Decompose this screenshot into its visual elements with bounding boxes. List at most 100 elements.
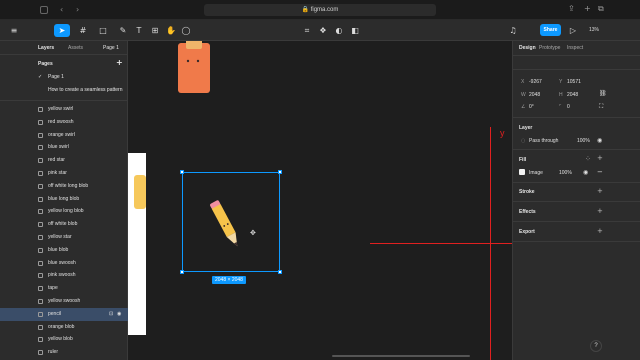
page-name: Page 1 [48,74,64,80]
page-selector[interactable]: Page 1 [103,45,119,51]
fill-visibility-icon[interactable]: ◉ [583,169,588,176]
layer-item[interactable]: tape [0,282,128,295]
layer-item[interactable]: pink swoosh [0,269,128,282]
image-layer-icon [38,158,43,164]
divider [513,241,640,242]
mask-icon[interactable]: ◐ [334,24,344,37]
h-field[interactable]: 2048 [567,92,578,98]
boolean-icon[interactable]: ◧ [350,24,360,37]
url-bar[interactable]: 🔒 figma.com [204,4,436,16]
layer-item[interactable]: yellow long blob [0,205,128,218]
add-effect-icon[interactable]: + [597,207,603,215]
layer-name: yellow swirl [48,106,74,112]
remove-fill-icon[interactable]: − [597,168,603,176]
constrain-proportions-icon[interactable]: ⛓ [599,90,607,97]
crop-icon[interactable]: ⌗ [302,24,312,37]
independent-corners-icon[interactable]: ⛶ [599,103,603,111]
add-export-icon[interactable]: + [597,227,603,235]
share-page-icon[interactable]: ⇪ [568,4,575,13]
layer-name: orange blob [48,323,75,330]
image-layer-icon [38,119,43,125]
pages-header: Pages + [0,56,128,70]
resize-handle-sw[interactable] [180,270,184,274]
horizontal-scrollbar[interactable] [332,355,470,357]
rotation-field[interactable]: 0° [529,104,534,110]
pencil-shape[interactable] [206,195,246,255]
x-field[interactable]: -9267 [529,79,542,85]
canvas[interactable]: ✥ 2048 × 2048 y [128,41,512,360]
visibility-icon[interactable]: ◉ [597,137,602,144]
pages-title: Pages [38,61,53,67]
zoom-level[interactable]: 13% [586,24,602,37]
tab-prototype[interactable]: Prototype [539,45,560,51]
layer-item[interactable]: ruler [0,346,128,359]
main-menu-icon[interactable]: ≡ [8,24,20,37]
fill-type[interactable]: Image [529,170,543,176]
add-stroke-icon[interactable]: + [597,187,603,195]
layer-item[interactable]: off white blob [0,218,128,231]
corner-radius-field[interactable]: 0 [567,104,570,110]
layer-item[interactable]: yellow blob [0,333,128,346]
fill-styles-icon[interactable]: ⁘ [585,155,591,163]
w-label: W [521,92,526,98]
layer-item[interactable]: blue long blob [0,193,128,206]
horizontal-guide[interactable] [370,243,512,244]
resize-handle-nw[interactable] [180,170,184,174]
blend-mode-select[interactable]: Pass through [529,138,558,144]
page-item[interactable]: How to create a seamless pattern [0,84,128,96]
image-layer-icon [38,350,43,356]
selection-size-label: 2048 × 2048 [212,276,246,284]
visibility-icon[interactable]: ◉ [117,308,121,321]
forward-icon[interactable]: › [76,5,79,14]
headphones-icon[interactable]: ♫ [508,24,518,37]
fill-opacity-field[interactable]: 100% [559,170,572,176]
add-page-icon[interactable]: + [116,58,123,67]
layer-item[interactable]: pink star [0,167,128,180]
w-field[interactable]: 2048 [529,92,540,98]
frame-tool-icon[interactable]: # [76,24,90,37]
layer-item[interactable]: yellow star [0,231,128,244]
layer-item[interactable]: blue swoosh [0,257,128,270]
pen-tool-icon[interactable]: ✎ [116,24,130,37]
resize-handle-se[interactable] [278,270,282,274]
layer-item[interactable]: blue swirl [0,141,128,154]
corner-radius-icon: ⌜ [559,104,562,110]
hand-tool-icon[interactable]: ✋ [166,24,176,37]
layer-item[interactable]: yellow swoosh [0,295,128,308]
component-icon[interactable]: ❖ [318,24,328,37]
layer-item[interactable]: off white long blob [0,180,128,193]
sidebar-toggle-icon[interactable] [40,6,48,14]
share-button[interactable]: Share [540,24,561,36]
y-field[interactable]: 10571 [567,79,581,85]
layer-item[interactable]: blue blob [0,244,128,257]
layer-item[interactable]: orange blob [0,321,128,334]
shape-tool-icon[interactable]: □ [96,24,110,37]
orange-blob-shape[interactable] [174,41,214,97]
resources-tool-icon[interactable]: ⊞ [150,24,160,37]
add-fill-icon[interactable]: + [597,154,603,162]
divider [513,117,640,118]
back-icon[interactable]: ‹ [60,5,63,14]
help-button[interactable]: ? [590,340,602,352]
page-item[interactable]: ✓ Page 1 [0,71,128,83]
present-icon[interactable]: ▷ [568,24,578,37]
resize-handle-ne[interactable] [278,170,282,174]
layer-item[interactable]: yellow swirl [0,103,128,116]
layer-item[interactable]: pencil ⊡ ◉ [0,307,128,321]
layer-opacity-field[interactable]: 100% [577,138,590,144]
layer-item[interactable]: red star [0,154,128,167]
tab-inspect[interactable]: Inspect [567,45,583,51]
new-tab-icon[interactable]: + [584,4,591,13]
layer-item[interactable]: orange swirl [0,129,128,142]
tab-assets[interactable]: Assets [68,45,83,51]
fill-swatch[interactable] [519,169,525,175]
tab-overview-icon[interactable]: ⧉ [598,4,604,14]
tab-layers[interactable]: Layers [38,45,54,51]
lock-icon[interactable]: ⊡ [109,308,113,321]
comment-tool-icon[interactable]: ◯ [181,24,191,37]
layer-item[interactable]: red swoosh [0,116,128,129]
move-tool-icon[interactable]: ➤ [54,24,70,37]
tab-design[interactable]: Design [519,45,536,51]
yellow-blob-shape[interactable] [132,171,146,211]
text-tool-icon[interactable]: T [134,24,144,37]
